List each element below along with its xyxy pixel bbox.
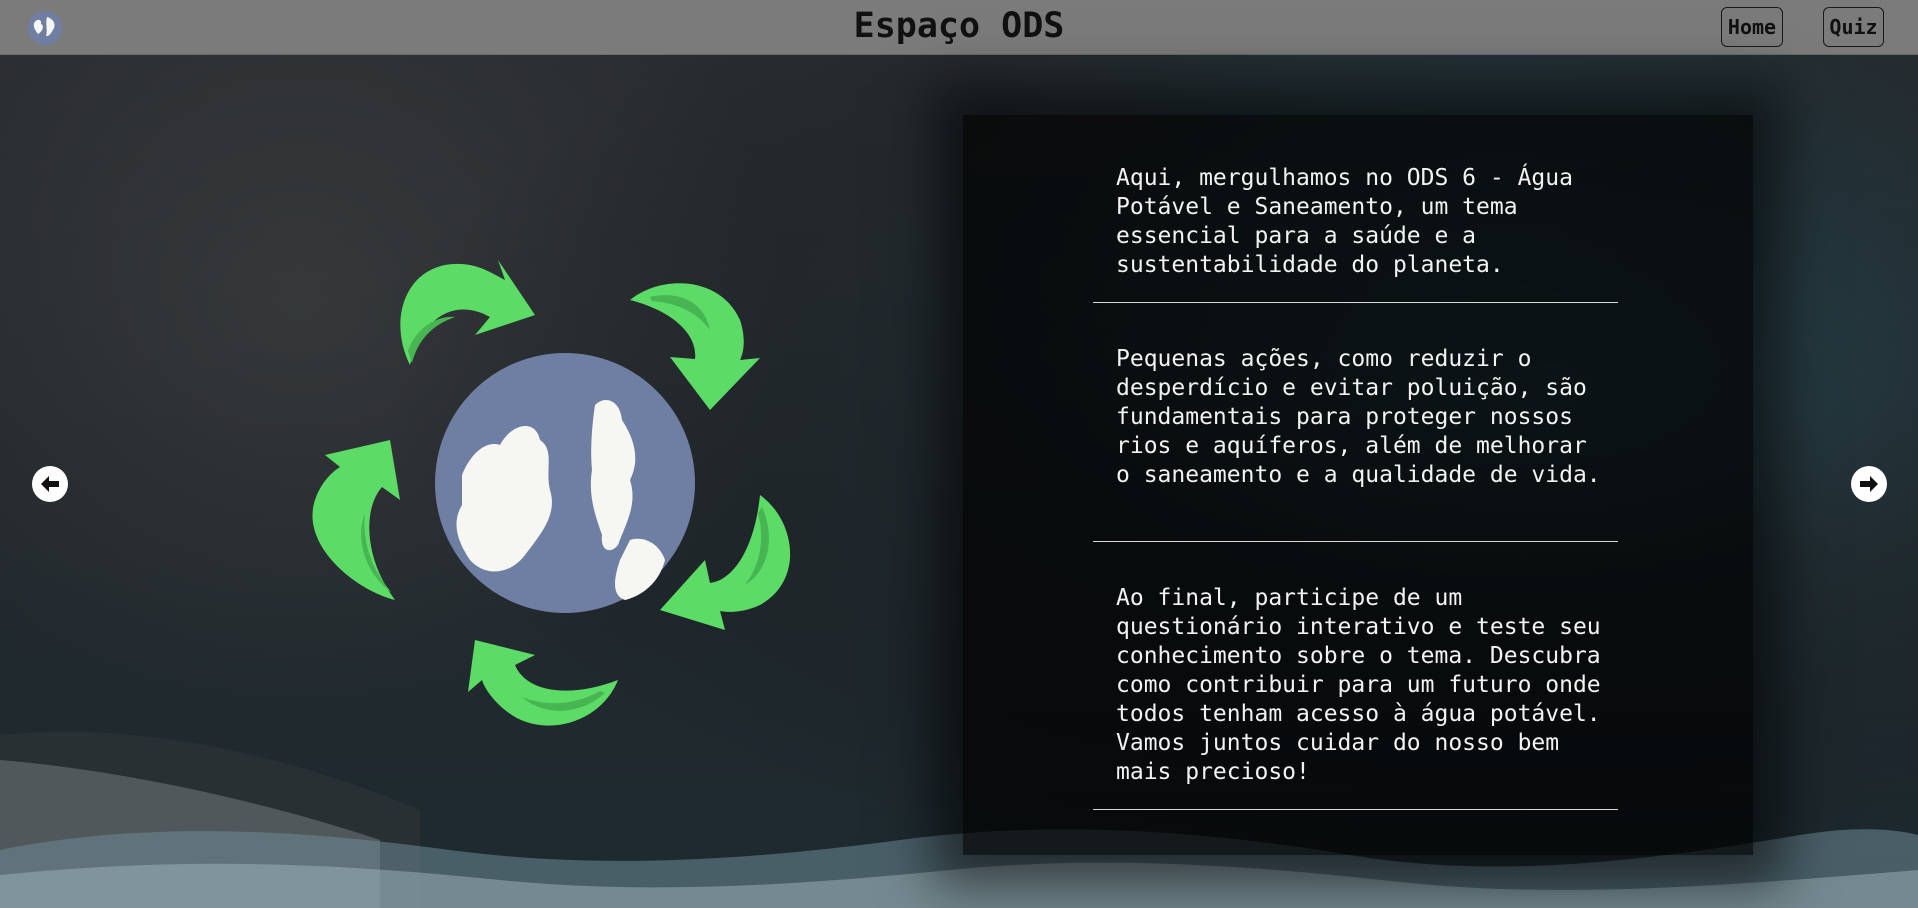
intro-paragraph-3: Ao final, participe de um questionário i… xyxy=(1116,585,1601,785)
arrow-left-icon xyxy=(41,476,59,492)
home-button[interactable]: Home xyxy=(1721,7,1783,47)
divider xyxy=(1093,302,1618,303)
divider xyxy=(1093,541,1618,542)
divider xyxy=(1093,809,1618,810)
arrow-right-icon xyxy=(1860,476,1878,492)
site-title: Espaço ODS xyxy=(853,6,1065,46)
recycling-globe-icon xyxy=(300,255,820,755)
top-navigation-bar: Espaço ODS Home Quiz xyxy=(0,0,1918,55)
intro-paragraph-1: Aqui, mergulhamos no ODS 6 - Água Potáve… xyxy=(1116,165,1573,278)
carousel-next-button[interactable] xyxy=(1851,466,1887,502)
quiz-button[interactable]: Quiz xyxy=(1823,7,1884,47)
carousel-prev-button[interactable] xyxy=(32,466,68,502)
intro-paragraph-2: Pequenas ações, como reduzir o desperdíc… xyxy=(1116,346,1601,488)
